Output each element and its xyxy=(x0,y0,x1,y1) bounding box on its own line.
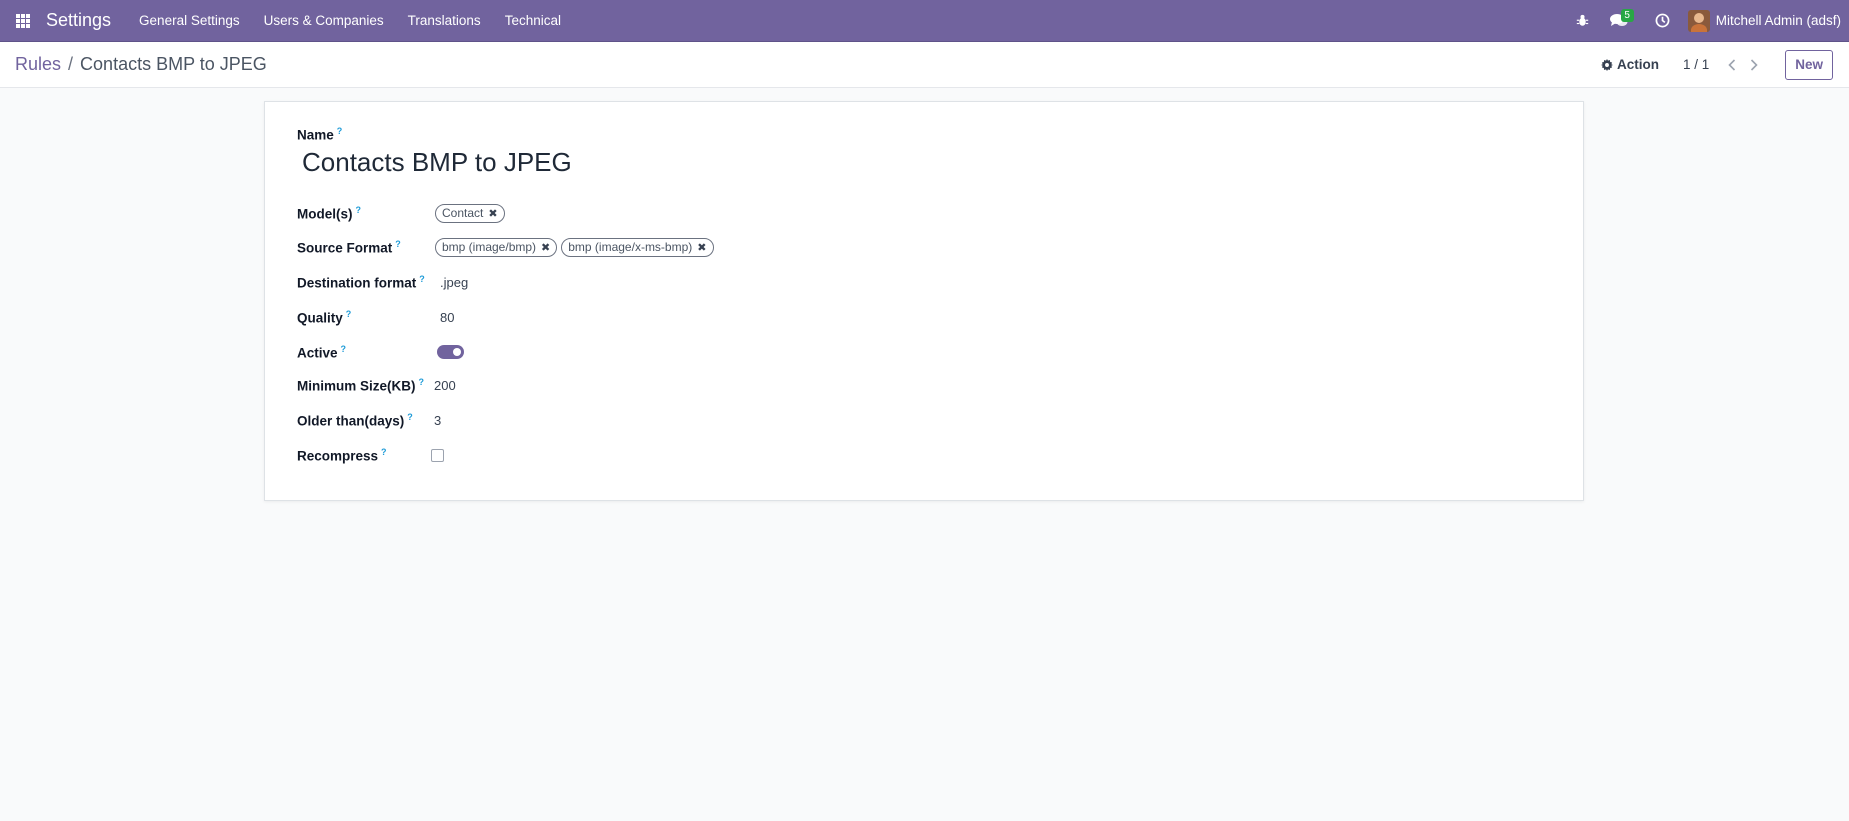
menu-translations[interactable]: Translations xyxy=(396,13,493,28)
source-format-tag: bmp (image/bmp) ✖ xyxy=(435,237,558,257)
older-than-label-text: Older than(days) xyxy=(297,413,405,429)
name-input[interactable]: Contacts BMP to JPEG xyxy=(302,147,572,178)
name-field-label: Name? xyxy=(297,126,342,143)
source-format-label: Source Format? xyxy=(297,239,437,256)
models-label: Model(s)? xyxy=(297,205,437,222)
active-label-text: Active xyxy=(297,345,338,361)
quality-input[interactable]: 80 xyxy=(440,310,454,325)
minimum-size-row: Minimum Size(KB)? 200 xyxy=(297,373,456,397)
main-menu: General Settings Users & Companies Trans… xyxy=(127,13,573,28)
breadcrumb-current: Contacts BMP to JPEG xyxy=(80,54,267,74)
remove-tag-icon[interactable]: ✖ xyxy=(541,241,550,254)
quality-label: Quality? xyxy=(297,309,437,326)
destination-format-select[interactable]: .jpeg xyxy=(440,275,468,290)
active-row: Active? xyxy=(297,340,464,364)
pager-previous-icon[interactable] xyxy=(1721,58,1743,71)
new-record-button[interactable]: New xyxy=(1785,49,1833,80)
quality-label-text: Quality xyxy=(297,310,343,326)
older-than-row: Older than(days)? 3 xyxy=(297,408,441,432)
source-format-row: Source Format? bmp (image/bmp) ✖ bmp (imag… xyxy=(297,235,718,259)
messages-icon[interactable]: 5 xyxy=(1604,0,1634,42)
pager-next-icon[interactable] xyxy=(1743,58,1765,71)
source-format-tag-label: bmp (image/bmp) xyxy=(442,240,537,254)
active-label: Active? xyxy=(297,344,437,361)
models-label-text: Model(s) xyxy=(297,206,353,222)
user-name: Mitchell Admin (adsf) xyxy=(1715,13,1841,28)
models-row: Model(s)? Contact ✖ xyxy=(297,201,509,225)
systray: 5 Mitchell Admin (adsf) xyxy=(1568,0,1849,42)
gear-icon xyxy=(1600,58,1613,71)
models-tags-input[interactable]: Contact ✖ xyxy=(435,203,509,223)
active-toggle[interactable] xyxy=(437,345,464,359)
source-format-tags-input[interactable]: bmp (image/bmp) ✖ bmp (image/x-ms-bmp) ✖ xyxy=(435,237,718,257)
recompress-label: Recompress? xyxy=(297,447,437,464)
remove-tag-icon[interactable]: ✖ xyxy=(488,207,497,220)
minimum-size-label-text: Minimum Size(KB) xyxy=(297,378,416,394)
minimum-size-help-icon[interactable]: ? xyxy=(419,377,425,387)
older-than-label: Older than(days)? xyxy=(297,412,437,429)
minimum-size-input[interactable]: 200 xyxy=(434,378,456,393)
menu-technical[interactable]: Technical xyxy=(493,13,573,28)
source-format-label-text: Source Format xyxy=(297,240,393,256)
quality-help-icon[interactable]: ? xyxy=(346,309,352,319)
breadcrumb-rules-link[interactable]: Rules xyxy=(15,54,61,75)
menu-users-companies[interactable]: Users & Companies xyxy=(252,13,396,28)
recompress-help-icon[interactable]: ? xyxy=(381,447,387,457)
action-menu-button[interactable]: Action xyxy=(1600,57,1659,72)
debug-bug-icon[interactable] xyxy=(1568,0,1598,42)
name-help-icon[interactable]: ? xyxy=(337,126,343,136)
form-sheet: Name? Contacts BMP to JPEG Model(s)? Con… xyxy=(264,101,1584,501)
model-tag: Contact ✖ xyxy=(435,203,505,223)
older-than-help-icon[interactable]: ? xyxy=(407,412,413,422)
menu-general-settings[interactable]: General Settings xyxy=(127,13,252,28)
breadcrumb-separator: / xyxy=(68,54,74,74)
messages-count-badge: 5 xyxy=(1620,8,1634,22)
user-menu[interactable]: Mitchell Admin (adsf) xyxy=(1687,9,1841,32)
recompress-checkbox[interactable] xyxy=(431,448,444,462)
action-label: Action xyxy=(1616,57,1659,72)
quality-row: Quality? 80 xyxy=(297,305,454,329)
destination-format-row: Destination format? .jpeg xyxy=(297,270,468,294)
breadcrumb: Rules / Contacts BMP to JPEG xyxy=(15,54,267,75)
models-help-icon[interactable]: ? xyxy=(356,205,362,215)
recompress-label-text: Recompress xyxy=(297,448,379,464)
user-avatar xyxy=(1687,9,1710,32)
source-format-help-icon[interactable]: ? xyxy=(395,239,401,249)
pager-value[interactable]: 1 / 1 xyxy=(1683,57,1709,72)
source-format-tag-label: bmp (image/x-ms-bmp) xyxy=(568,240,693,254)
recompress-row: Recompress? xyxy=(297,443,444,467)
model-tag-label: Contact xyxy=(442,206,484,220)
destination-format-help-icon[interactable]: ? xyxy=(419,274,425,284)
control-panel-actions: Action 1 / 1 New xyxy=(1600,49,1849,80)
apps-grid-icon[interactable] xyxy=(2,0,44,42)
minimum-size-label: Minimum Size(KB)? xyxy=(297,377,437,394)
older-than-input[interactable]: 3 xyxy=(434,413,441,428)
name-label-text: Name xyxy=(297,127,334,143)
destination-format-label-text: Destination format xyxy=(297,275,417,291)
destination-format-label: Destination format? xyxy=(297,274,437,291)
source-format-tag: bmp (image/x-ms-bmp) ✖ xyxy=(561,237,714,257)
top-navbar: Settings General Settings Users & Compan… xyxy=(0,0,1849,42)
control-panel: Rules / Contacts BMP to JPEG Action 1 / … xyxy=(0,42,1849,88)
remove-tag-icon[interactable]: ✖ xyxy=(697,241,706,254)
active-help-icon[interactable]: ? xyxy=(341,344,347,354)
app-brand[interactable]: Settings xyxy=(46,10,111,31)
activity-clock-icon[interactable] xyxy=(1648,0,1678,42)
